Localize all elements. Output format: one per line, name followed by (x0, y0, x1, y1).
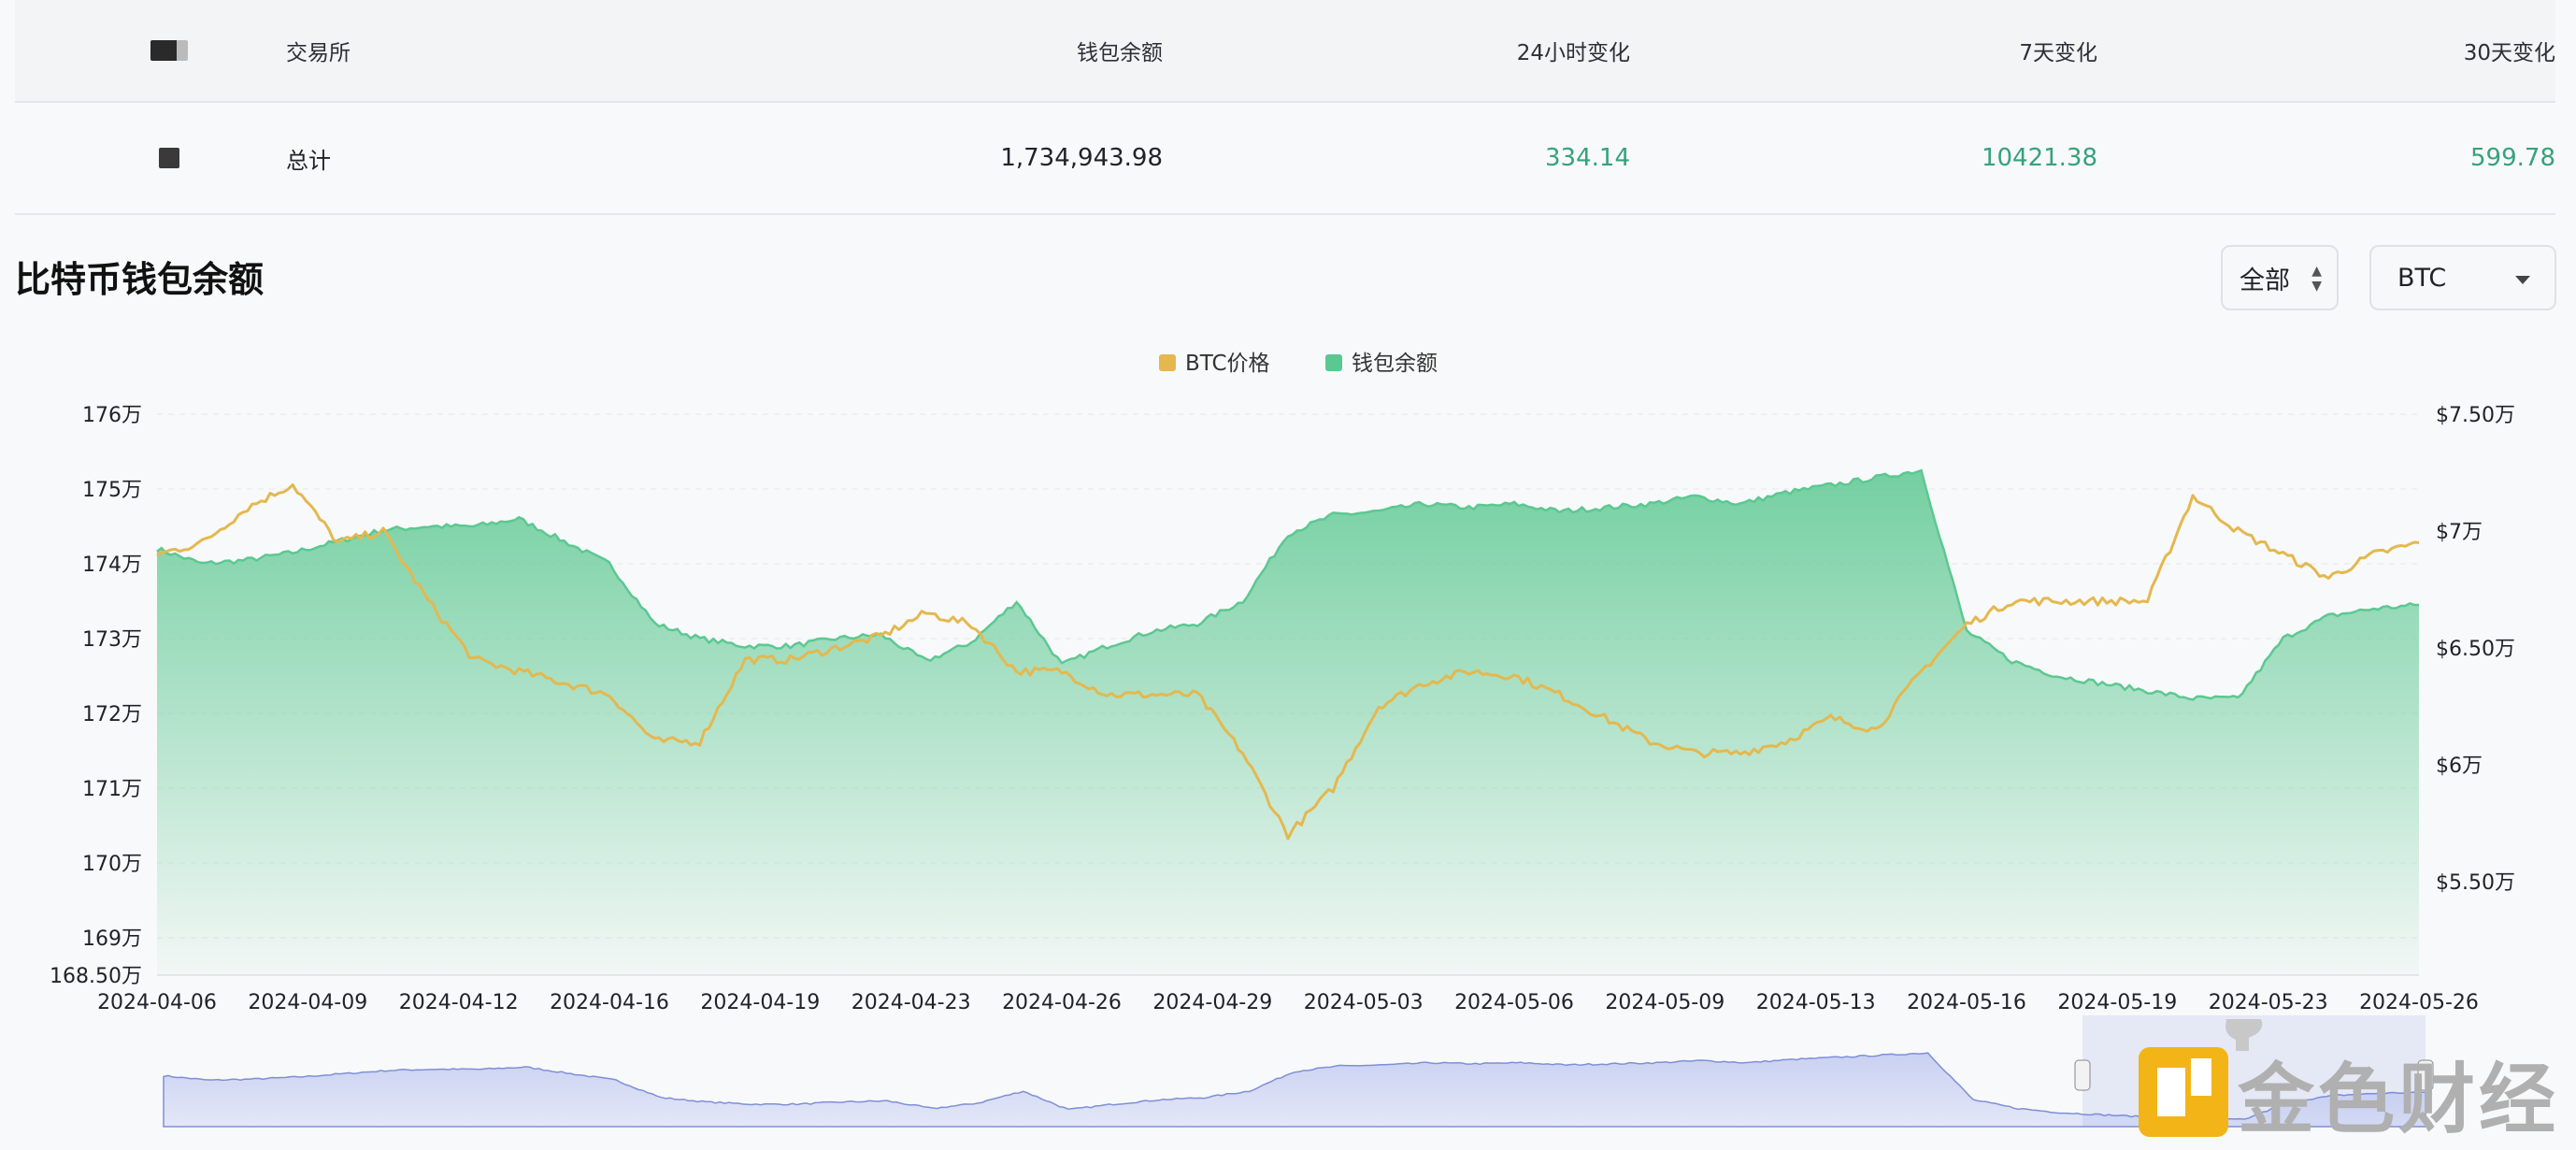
x-tick: 2024-04-09 (248, 991, 367, 1014)
y-right-tick: $6.50万 (2436, 638, 2515, 661)
x-tick: 2024-04-19 (700, 991, 820, 1014)
y-left-tick: 173万 (82, 628, 142, 652)
x-tick: 2024-04-23 (852, 991, 971, 1014)
legend-swatch-1[interactable] (1325, 354, 1342, 371)
y-right-tick: $7万 (2436, 521, 2483, 544)
y-left-tick: 168.50万 (50, 965, 142, 988)
x-tick: 2024-04-06 (97, 991, 217, 1014)
x-tick: 2024-04-29 (1152, 991, 1272, 1014)
navigator-left-handle[interactable] (2074, 1059, 2091, 1091)
y-right-tick: $7.50万 (2436, 404, 2515, 427)
x-tick: 2024-04-26 (1002, 991, 1122, 1014)
x-tick: 2024-05-09 (1605, 991, 1724, 1014)
y-left-tick: 171万 (82, 778, 142, 801)
x-tick: 2024-05-06 (1454, 991, 1574, 1014)
legend-swatch-0[interactable] (1159, 354, 1176, 371)
x-tick: 2024-05-19 (2057, 991, 2177, 1014)
watermark: coinglass 金色财经 (2139, 1019, 2559, 1144)
series-wallet-balance-area (157, 470, 2419, 976)
y-right-tick: $6万 (2436, 755, 2483, 778)
range-navigator[interactable] (163, 1015, 2434, 1128)
chart-plot (156, 468, 2420, 976)
y-left-tick: 176万 (82, 404, 142, 427)
x-tick: 2024-04-12 (399, 991, 519, 1014)
x-tick: 2024-05-26 (2359, 991, 2479, 1014)
x-tick: 2024-05-23 (2209, 991, 2328, 1014)
y-right-tick: $5.50万 (2436, 871, 2515, 895)
chart-legend[interactable]: BTC价格 钱包余额 (1159, 352, 1438, 376)
y-left-tick: 175万 (82, 479, 142, 502)
jinse-logo-icon (2139, 1047, 2228, 1137)
y-left-tick: 170万 (82, 853, 142, 876)
jinse-watermark-text: 金色财经 (2237, 1056, 2559, 1144)
x-tick: 2024-05-16 (1907, 991, 2026, 1014)
wallet-balance-chart[interactable]: BTC价格 钱包余额 176万 175万 174万 173万 172万 171万 170万 16… (0, 0, 2576, 1150)
x-tick: 2024-05-13 (1756, 991, 1876, 1014)
y-left-tick: 172万 (82, 703, 142, 726)
legend-label-0[interactable]: BTC价格 (1185, 352, 1270, 376)
x-tick: 2024-04-16 (550, 991, 669, 1014)
y-left-tick: 169万 (82, 927, 142, 951)
legend-label-1[interactable]: 钱包余额 (1352, 352, 1438, 376)
x-tick: 2024-05-03 (1304, 991, 1424, 1014)
y-left-tick: 174万 (82, 553, 142, 577)
